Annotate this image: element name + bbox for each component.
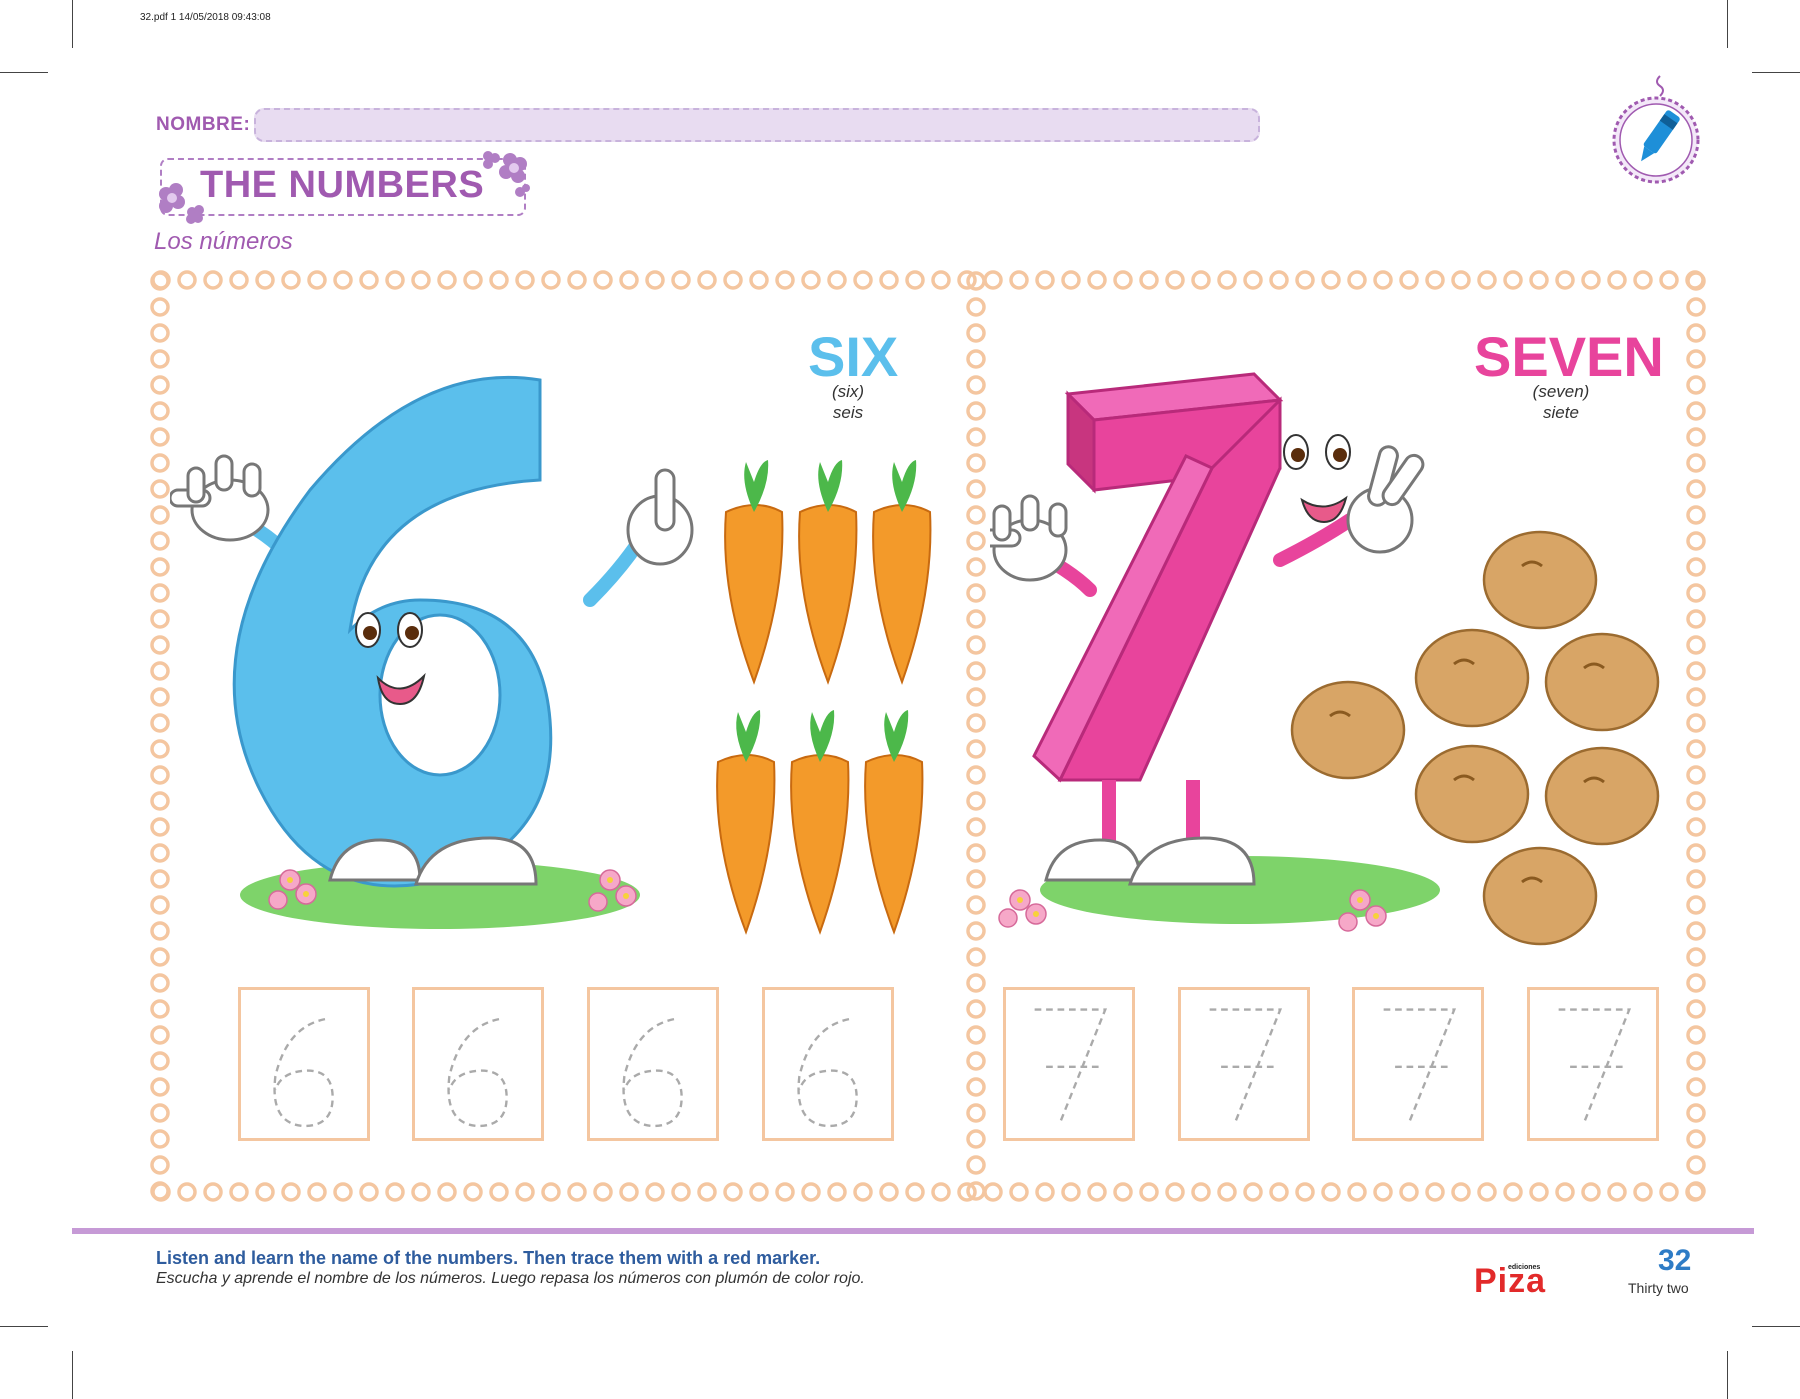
print-info: 32.pdf 1 14/05/2018 09:43:08 <box>140 12 271 23</box>
trace-box-seven[interactable] <box>1527 987 1659 1141</box>
potato-icon <box>1544 632 1660 732</box>
instruction-english: Listen and learn the name of the numbers… <box>156 1248 821 1268</box>
footer-divider <box>72 1228 1754 1234</box>
crop-mark <box>0 1326 48 1327</box>
trace-box-six[interactable] <box>238 987 370 1141</box>
six-character <box>170 375 694 929</box>
crop-mark <box>1752 1326 1800 1327</box>
crop-mark <box>72 1351 73 1399</box>
potato-icon <box>1290 680 1406 780</box>
dotted-seven-icon <box>1558 1008 1632 1125</box>
pronunciation-six: (six) <box>831 382 865 401</box>
trace-box-six[interactable] <box>587 987 719 1141</box>
dotted-seven-icon <box>1209 1008 1283 1125</box>
trace-box-six[interactable] <box>762 987 894 1141</box>
dotted-six-icon <box>622 1017 683 1128</box>
trace-box-seven[interactable] <box>1178 987 1310 1141</box>
crop-mark <box>1727 0 1728 48</box>
carrot-icon <box>864 710 924 935</box>
flower-decoration-icon <box>483 151 530 197</box>
dotted-six-icon <box>797 1017 858 1128</box>
crop-mark <box>1727 1351 1728 1399</box>
instruction-spanish: Escucha y aprende el nombre de los númer… <box>156 1270 865 1287</box>
carrot-icon <box>872 460 932 685</box>
page-number-words: Thirty two <box>1628 1280 1689 1296</box>
potato-icon <box>1414 628 1530 728</box>
trace-box-seven[interactable] <box>1352 987 1484 1141</box>
crop-mark <box>0 72 48 73</box>
carrot-icon <box>716 710 776 935</box>
page-title: THE NUMBERS <box>200 164 485 206</box>
name-label: NOMBRE: <box>156 114 251 135</box>
publisher-logo: Piza <box>1474 1262 1547 1300</box>
carrot-icon <box>724 460 784 685</box>
glove-right-icon <box>626 468 694 566</box>
marker-badge-icon <box>1612 75 1700 184</box>
trace-box-six[interactable] <box>412 987 544 1141</box>
crop-mark <box>1752 72 1800 73</box>
potato-icon <box>1482 846 1598 946</box>
potato-icon <box>1414 744 1530 844</box>
page-subtitle: Los números <box>154 228 293 255</box>
spanish-seven: siete <box>1543 403 1579 422</box>
potato-icon <box>1482 530 1598 630</box>
carrot-icon <box>790 710 850 935</box>
dotted-six-icon <box>447 1017 508 1128</box>
trace-box-seven[interactable] <box>1003 987 1135 1141</box>
pronunciation-seven: (seven) <box>1532 382 1590 401</box>
dotted-seven-icon <box>1034 1008 1108 1125</box>
carrot-icon <box>798 460 858 685</box>
glove-left-icon <box>990 494 1068 582</box>
dotted-six-icon <box>273 1017 334 1128</box>
glove-left-icon <box>170 454 270 542</box>
spanish-six: seis <box>832 403 864 422</box>
carrots-group <box>716 460 932 935</box>
potatoes-group <box>1290 530 1660 946</box>
crop-mark <box>72 0 73 48</box>
page-number: 32 <box>1658 1244 1692 1277</box>
name-field[interactable] <box>254 108 1260 142</box>
number-word-six: SIX <box>808 325 899 388</box>
potato-icon <box>1544 746 1660 846</box>
dotted-seven-icon <box>1383 1008 1457 1125</box>
